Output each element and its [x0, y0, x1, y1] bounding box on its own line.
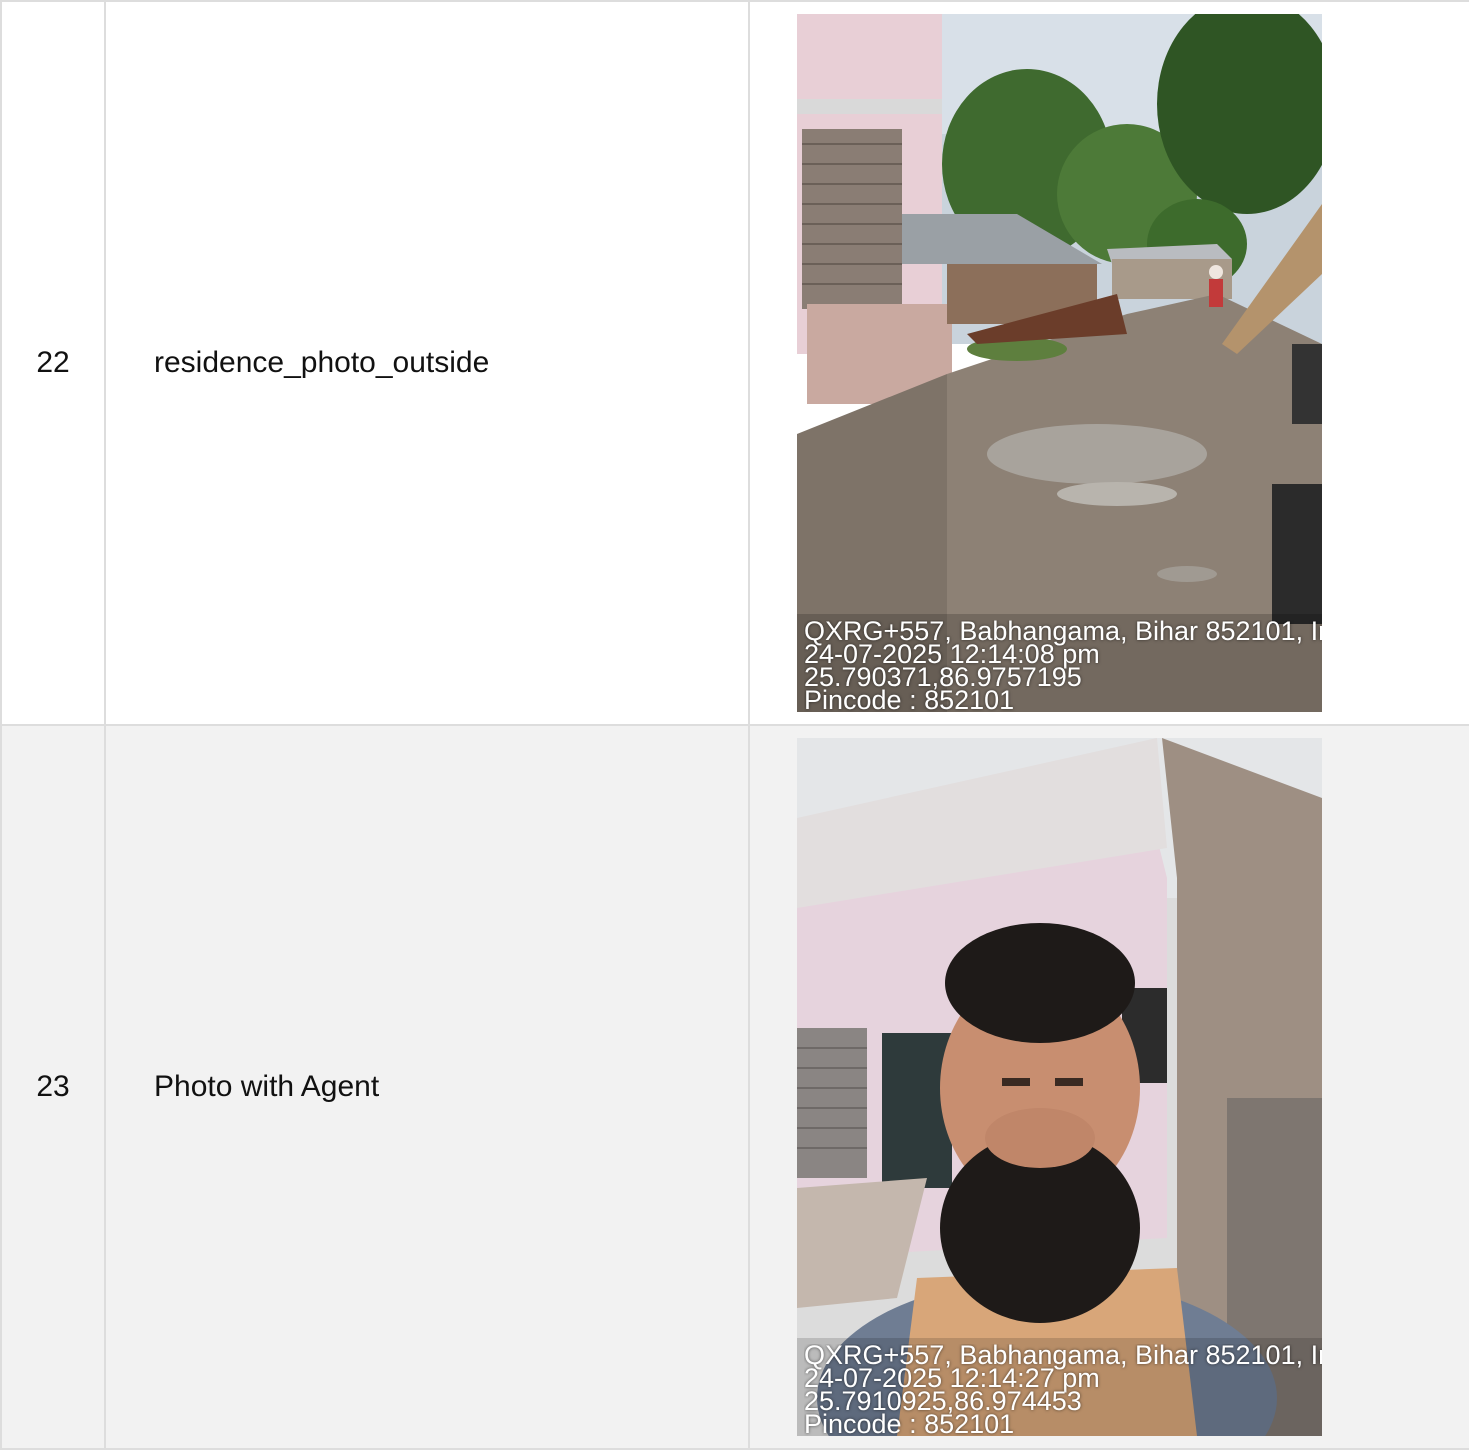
- residence-outside-photo: QXRG+557, Babhangama, Bihar 852101, Ind …: [797, 14, 1322, 712]
- street-scene-image: [797, 14, 1322, 712]
- agent-selfie-photo: QXRG+557, Babhangama, Bihar 852101, Ind …: [797, 738, 1322, 1436]
- row-number: 22: [0, 0, 106, 726]
- selfie-image: [797, 738, 1322, 1436]
- geotag-pincode: Pincode : 852101: [804, 1409, 1015, 1437]
- geotag-caption: QXRG+557, Babhangama, Bihar 852101, Ind …: [804, 620, 1322, 712]
- geotag-caption: QXRG+557, Babhangama, Bihar 852101, Ind …: [804, 1344, 1322, 1436]
- geotag-pincode: Pincode : 852101: [804, 685, 1015, 713]
- field-name: Photo with Agent: [104, 724, 750, 1450]
- table-row: 22 residence_photo_outside QXRG+557, Bab…: [0, 0, 1469, 726]
- row-number: 23: [0, 724, 106, 1450]
- table-row: 23 Photo with Agent QXRG+557, Babhangama…: [0, 724, 1469, 1450]
- photo-table: 22 residence_photo_outside QXRG+557, Bab…: [0, 0, 1469, 1450]
- photo-cell: QXRG+557, Babhangama, Bihar 852101, Ind …: [748, 0, 1469, 726]
- field-name: residence_photo_outside: [104, 0, 750, 726]
- photo-cell: QXRG+557, Babhangama, Bihar 852101, Ind …: [748, 724, 1469, 1450]
